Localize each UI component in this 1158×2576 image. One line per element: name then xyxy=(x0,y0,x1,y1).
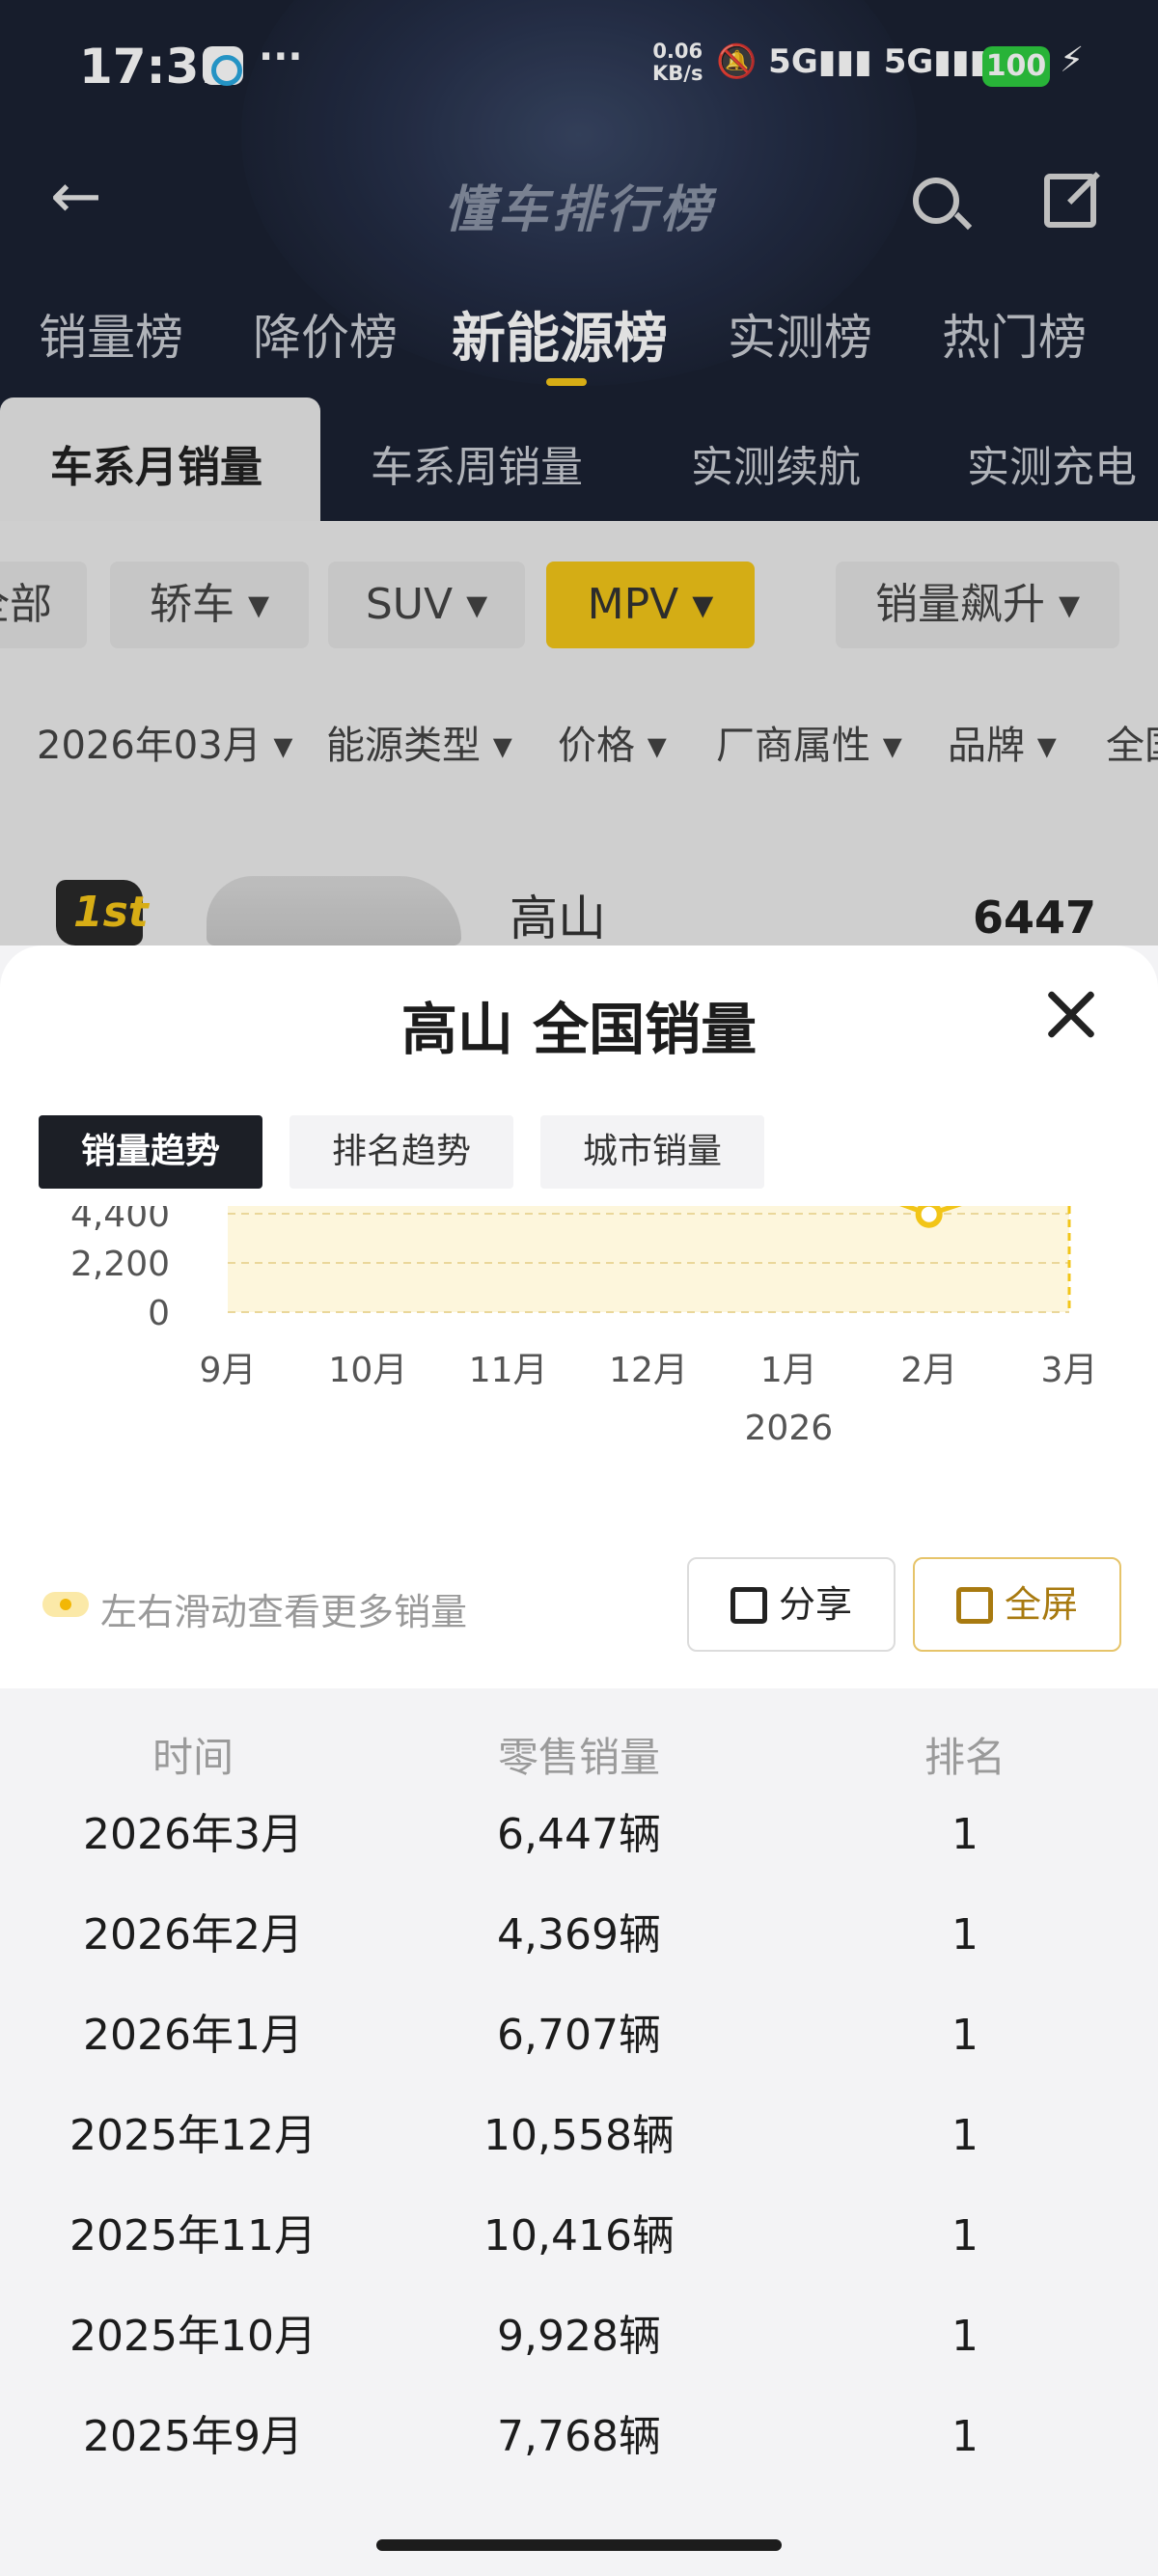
table-row: 2025年11月 10,416辆 1 xyxy=(0,2186,1158,2287)
row-time: 2025年11月 xyxy=(69,2211,317,2261)
row-time: 2025年9月 xyxy=(83,2412,303,2461)
row-sales: 10,558辆 xyxy=(483,2111,675,2160)
row-rank: 1 xyxy=(951,2111,979,2160)
x-year-label: 2026 xyxy=(745,1409,834,1448)
sales-sheet: 高山 全国销量 销量趋势 排名趋势 城市销量 4,400 2,200 0 9月 10月 1… xyxy=(0,945,1158,2576)
plot-area xyxy=(228,1206,1069,1312)
row-rank: 1 xyxy=(951,2211,979,2261)
segment-city-sales[interactable]: 城市销量 xyxy=(540,1115,764,1189)
row-sales: 9,928辆 xyxy=(497,2312,661,2361)
home-indicator[interactable] xyxy=(376,2539,782,2551)
table-row: 2026年1月 6,707辆 1 xyxy=(0,1986,1158,2086)
x-tick-label: 9月 xyxy=(200,1351,257,1390)
x-tick-label: 1月 xyxy=(760,1351,817,1390)
table-row: 2026年2月 4,369辆 1 xyxy=(0,1885,1158,1986)
swipe-hint-icon xyxy=(42,1592,89,1617)
fullscreen-icon xyxy=(955,1587,993,1624)
table-header-time: 时间 xyxy=(152,1734,234,1781)
chart-svg: 4,400 2,200 0 9月 10月 11月 12月 1月 2月 3月 2026 xyxy=(70,1206,1098,1448)
table-row: 2025年12月 10,558辆 1 xyxy=(0,2086,1158,2186)
table-row: 2025年9月 7,768辆 1 xyxy=(0,2387,1158,2487)
row-rank: 1 xyxy=(951,2412,979,2461)
sales-trend-chart[interactable]: 4,400 2,200 0 9月 10月 11月 12月 1月 2月 3月 2026 xyxy=(0,1206,1158,1457)
row-time: 2026年2月 xyxy=(83,1910,303,1959)
table-row: 2025年10月 9,928辆 1 xyxy=(0,2287,1158,2387)
fullscreen-button[interactable]: 全屏 xyxy=(913,1557,1121,1652)
row-rank: 1 xyxy=(951,2011,979,2060)
x-tick-label: 3月 xyxy=(1041,1351,1098,1390)
data-point xyxy=(915,1206,943,1228)
x-tick-label: 2月 xyxy=(900,1351,957,1390)
y-tick-label: 4,400 xyxy=(70,1206,170,1235)
row-rank: 1 xyxy=(951,1810,979,1859)
swipe-hint-text: 左右滑动查看更多销量 xyxy=(100,1591,468,1633)
row-sales: 10,416辆 xyxy=(483,2211,675,2261)
share-label: 分享 xyxy=(778,1583,852,1626)
row-sales: 6,447辆 xyxy=(497,1810,661,1859)
row-sales: 6,707辆 xyxy=(497,2011,661,2060)
overlay-scrim[interactable] xyxy=(0,0,1158,945)
row-time: 2026年3月 xyxy=(83,1810,303,1859)
table-header-rank: 排名 xyxy=(924,1734,1006,1781)
row-rank: 1 xyxy=(951,2312,979,2361)
segment-rank-trend[interactable]: 排名趋势 xyxy=(290,1115,513,1189)
y-tick-label: 0 xyxy=(148,1294,170,1333)
segment-sales-trend[interactable]: 销量趋势 xyxy=(39,1115,262,1189)
table-row: 2026年3月 6,447辆 1 xyxy=(0,1785,1158,1885)
x-tick-label: 10月 xyxy=(328,1351,407,1390)
sales-table: 时间 零售销量 排名 2026年3月 6,447辆 1 2026年2月 4,36… xyxy=(0,1688,1158,2576)
table-header-retail-sales: 零售销量 xyxy=(497,1734,660,1781)
share-icon xyxy=(730,1587,767,1624)
row-time: 2025年12月 xyxy=(69,2111,317,2160)
share-button[interactable]: 分享 xyxy=(687,1557,896,1652)
row-sales: 4,369辆 xyxy=(497,1910,661,1959)
row-time: 2026年1月 xyxy=(83,2011,303,2060)
y-tick-label: 2,200 xyxy=(70,1245,170,1284)
sheet-title: 高山 全国销量 xyxy=(400,997,758,1062)
row-rank: 1 xyxy=(951,1910,979,1959)
x-tick-label: 12月 xyxy=(609,1351,688,1390)
row-sales: 7,768辆 xyxy=(497,2412,661,2461)
close-icon[interactable] xyxy=(1040,984,1102,1046)
fullscreen-label: 全屏 xyxy=(1004,1583,1078,1626)
row-time: 2025年10月 xyxy=(69,2312,317,2361)
x-tick-label: 11月 xyxy=(469,1351,548,1390)
